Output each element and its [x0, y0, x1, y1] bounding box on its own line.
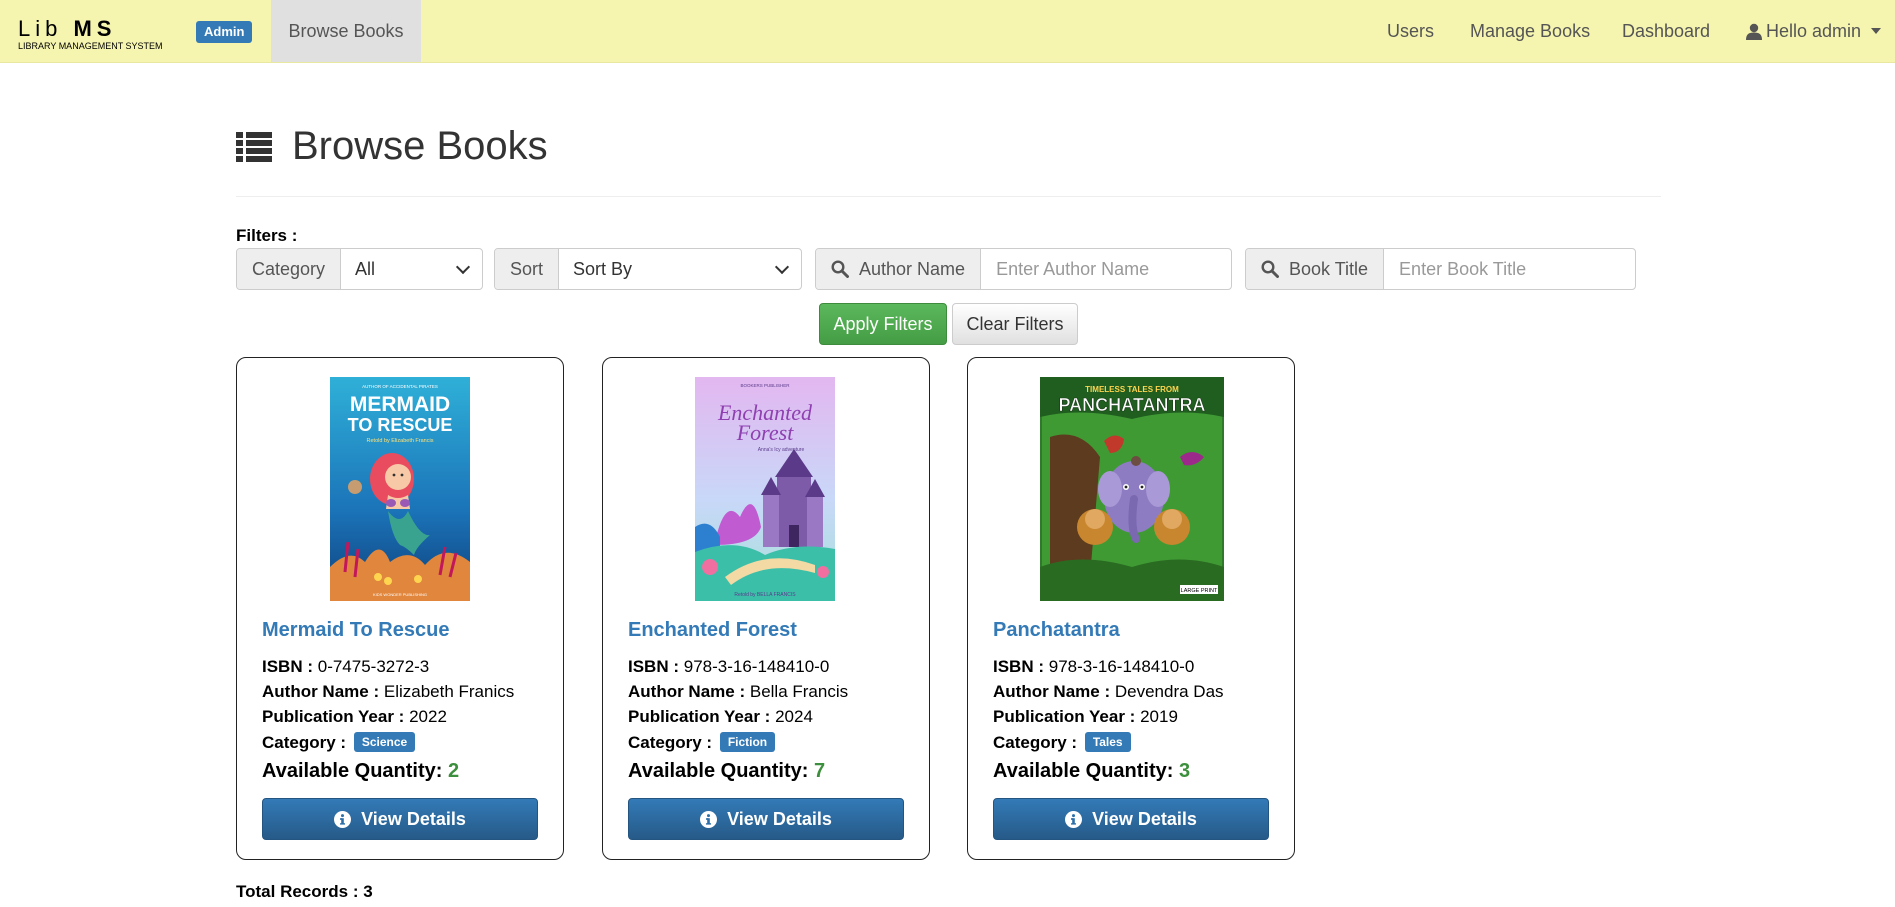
- nav-dashboard[interactable]: Dashboard: [1622, 0, 1710, 62]
- view-details-label: View Details: [727, 808, 832, 829]
- clear-filters-button[interactable]: Clear Filters: [952, 303, 1078, 345]
- category-row: Category : Fiction: [628, 732, 776, 753]
- author-addon: Author Name: [816, 249, 982, 289]
- available-quantity: Available Quantity: 3: [993, 760, 1191, 782]
- list-icon: [236, 131, 272, 162]
- sort-filter: Sort Sort By: [494, 248, 802, 290]
- header-divider: [236, 196, 1661, 197]
- filters-label: Filters :: [236, 226, 298, 245]
- svg-text:KIDS WONDER PUBLISHING: KIDS WONDER PUBLISHING: [373, 592, 427, 597]
- svg-text:Forest: Forest: [736, 420, 795, 445]
- total-records: Total Records : 3: [236, 882, 373, 901]
- svg-text:AUTHOR OF ACCIDENTAL PIRATES: AUTHOR OF ACCIDENTAL PIRATES: [362, 384, 438, 389]
- author-row: Author Name : Devendra Das: [993, 682, 1224, 701]
- category-badge: Tales: [1084, 732, 1131, 752]
- view-details-label: View Details: [361, 808, 466, 829]
- author-filter: Author Name Enter Author Name: [815, 248, 1232, 290]
- book-title-link[interactable]: Panchatantra: [993, 619, 1120, 642]
- category-select-value: All: [355, 258, 376, 279]
- nav-manage-books[interactable]: Manage Books: [1470, 0, 1590, 62]
- category-row: Category : Science: [262, 732, 416, 753]
- svg-text:TIMELESS TALES FROM: TIMELESS TALES FROM: [1085, 385, 1179, 394]
- page-title: Browse Books: [292, 124, 548, 168]
- svg-text:Anna's Icy adventure: Anna's Icy adventure: [758, 447, 805, 453]
- svg-text:TO RESCUE: TO RESCUE: [348, 415, 453, 435]
- brand-name: Lib MS: [18, 16, 117, 41]
- category-row: Category : Tales: [993, 732, 1131, 753]
- title-addon: Book Title: [1246, 249, 1385, 289]
- user-greeting: Hello admin: [1766, 21, 1862, 41]
- book-card: BOOKERS PUBLISHER Enchanted Forest Anna'…: [602, 357, 930, 860]
- isbn-row: ISBN : 978-3-16-148410-0: [993, 657, 1195, 676]
- author-name-input[interactable]: Enter Author Name: [981, 249, 1231, 289]
- book-title-input[interactable]: Enter Book Title: [1384, 249, 1635, 289]
- category-addon: Category: [237, 249, 342, 289]
- brand-logo[interactable]: Lib MS LIBRARY MANAGEMENT SYSTEM: [18, 16, 163, 52]
- chevron-down-icon: [774, 259, 790, 275]
- book-card: TIMELESS TALES FROM PANCHATANTRA LARGE P…: [967, 357, 1295, 860]
- top-navbar: Lib MS LIBRARY MANAGEMENT SYSTEM Admin B…: [0, 0, 1895, 63]
- category-badge: Fiction: [719, 732, 776, 752]
- year-row: Publication Year : 2019: [993, 707, 1178, 726]
- page-header: Browse Books: [236, 124, 548, 169]
- view-details-button[interactable]: View Details: [628, 798, 904, 840]
- book-card: AUTHOR OF ACCIDENTAL PIRATES MERMAID TO …: [236, 357, 564, 860]
- category-filter: Category All: [236, 248, 483, 290]
- user-icon: [1746, 23, 1762, 40]
- year-row: Publication Year : 2022: [262, 707, 447, 726]
- svg-text:PANCHATANTRA: PANCHATANTRA: [1059, 395, 1206, 415]
- isbn-row: ISBN : 0-7475-3272-3: [262, 657, 430, 676]
- brand-tagline: LIBRARY MANAGEMENT SYSTEM: [18, 41, 163, 51]
- apply-filters-button[interactable]: Apply Filters: [819, 303, 947, 345]
- available-quantity: Available Quantity: 2: [262, 760, 460, 782]
- role-badge: Admin: [196, 21, 253, 43]
- category-select[interactable]: All: [341, 249, 482, 289]
- book-cover-image[interactable]: AUTHOR OF ACCIDENTAL PIRATES MERMAID TO …: [330, 377, 470, 601]
- info-circle-icon: [1065, 810, 1083, 828]
- sort-select-value: Sort By: [573, 258, 633, 279]
- svg-text:Retold by BELLA FRANCIS: Retold by BELLA FRANCIS: [734, 592, 796, 598]
- caret-down-icon: [1871, 28, 1882, 34]
- svg-text:Retold by Elizabeth Francis: Retold by Elizabeth Francis: [367, 438, 434, 444]
- title-filter: Book Title Enter Book Title: [1245, 248, 1636, 290]
- author-row: Author Name : Bella Francis: [628, 682, 849, 701]
- book-title-link[interactable]: Mermaid To Rescue: [262, 619, 449, 642]
- isbn-row: ISBN : 978-3-16-148410-0: [628, 657, 830, 676]
- user-menu-dropdown[interactable]: Hello admin: [1746, 0, 1882, 62]
- svg-text:MERMAID: MERMAID: [350, 393, 450, 416]
- year-row: Publication Year : 2024: [628, 707, 813, 726]
- view-details-button[interactable]: View Details: [262, 798, 538, 840]
- search-icon: [1261, 260, 1279, 278]
- book-cover-image[interactable]: TIMELESS TALES FROM PANCHATANTRA LARGE P…: [1040, 377, 1224, 601]
- book-cover-image[interactable]: BOOKERS PUBLISHER Enchanted Forest Anna'…: [695, 377, 835, 601]
- category-badge: Science: [353, 732, 416, 752]
- title-addon-label: Book Title: [1289, 258, 1369, 279]
- info-circle-icon: [700, 810, 718, 828]
- view-details-button[interactable]: View Details: [993, 798, 1269, 840]
- chevron-down-icon: [455, 259, 471, 275]
- author-row: Author Name : Elizabeth Franics: [262, 682, 515, 701]
- sort-addon: Sort: [495, 249, 560, 289]
- author-addon-label: Author Name: [859, 258, 966, 279]
- sort-select[interactable]: Sort By: [559, 249, 801, 289]
- nav-users[interactable]: Users: [1387, 0, 1434, 62]
- svg-text:BOOKERS PUBLISHER: BOOKERS PUBLISHER: [740, 383, 790, 388]
- search-icon: [831, 260, 849, 278]
- view-details-label: View Details: [1092, 808, 1197, 829]
- nav-browse-books[interactable]: Browse Books: [271, 0, 421, 62]
- book-title-link[interactable]: Enchanted Forest: [628, 619, 797, 642]
- svg-text:LARGE PRINT: LARGE PRINT: [1181, 588, 1218, 594]
- info-circle-icon: [334, 810, 352, 828]
- available-quantity: Available Quantity: 7: [628, 760, 826, 782]
